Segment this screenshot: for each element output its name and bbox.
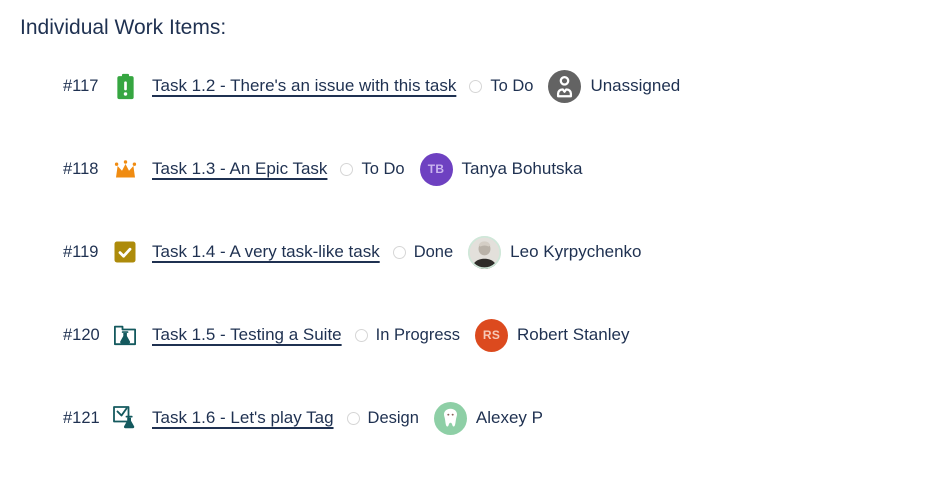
tag-flask-icon <box>112 403 138 433</box>
assignee-name: Unassigned <box>590 76 680 96</box>
check-square-task-icon <box>112 237 138 267</box>
folder-flask-suite-icon <box>112 320 138 350</box>
avatar-unassigned <box>548 70 581 103</box>
status-circle-icon <box>355 329 368 342</box>
status-circle-icon <box>340 163 353 176</box>
work-item-row: #119 Task 1.4 - A very task-like task Do… <box>0 235 930 269</box>
status-circle-icon <box>469 80 482 93</box>
crown-epic-icon <box>112 154 138 184</box>
status-label: Done <box>414 243 453 262</box>
clipboard-issue-icon <box>112 71 138 101</box>
work-item-row: #121 Task 1.6 - Let's play Tag Design Al… <box>0 401 930 435</box>
assignee-name: Leo Kyrpychenko <box>510 242 641 262</box>
assignee-name: Robert Stanley <box>517 325 629 345</box>
work-item-id: #119 <box>63 243 112 262</box>
avatar-initials: RS <box>475 319 508 352</box>
work-item-row: #117 Task 1.2 - There's an issue with th… <box>0 69 930 103</box>
work-item-link[interactable]: Task 1.5 - Testing a Suite <box>152 325 342 345</box>
work-item-link[interactable]: Task 1.6 - Let's play Tag <box>152 408 334 428</box>
status-label: Design <box>368 409 419 428</box>
status-label: To Do <box>490 77 533 96</box>
status-circle-icon <box>347 412 360 425</box>
work-item-link[interactable]: Task 1.2 - There's an issue with this ta… <box>152 76 456 96</box>
page-title: Individual Work Items: <box>0 0 930 42</box>
avatar-initials: TB <box>420 153 453 186</box>
work-item-id: #118 <box>63 160 112 179</box>
avatar-photo <box>468 236 501 269</box>
work-item-row: #120 Task 1.5 - Testing a Suite In Progr… <box>0 318 930 352</box>
work-item-id: #120 <box>63 326 112 345</box>
assignee-name: Tanya Bohutska <box>462 159 583 179</box>
assignee-name: Alexey P <box>476 408 543 428</box>
status-label: In Progress <box>376 326 460 345</box>
work-item-link[interactable]: Task 1.4 - A very task-like task <box>152 242 380 262</box>
avatar-tooth-illustration <box>434 402 467 435</box>
work-items-list: #117 Task 1.2 - There's an issue with th… <box>0 69 930 435</box>
work-item-id: #117 <box>63 77 112 96</box>
work-item-id: #121 <box>63 409 112 428</box>
work-item-link[interactable]: Task 1.3 - An Epic Task <box>152 159 327 179</box>
status-circle-icon <box>393 246 406 259</box>
work-item-row: #118 Task 1.3 - An Epic Task To Do TB Ta… <box>0 152 930 186</box>
status-label: To Do <box>361 160 404 179</box>
